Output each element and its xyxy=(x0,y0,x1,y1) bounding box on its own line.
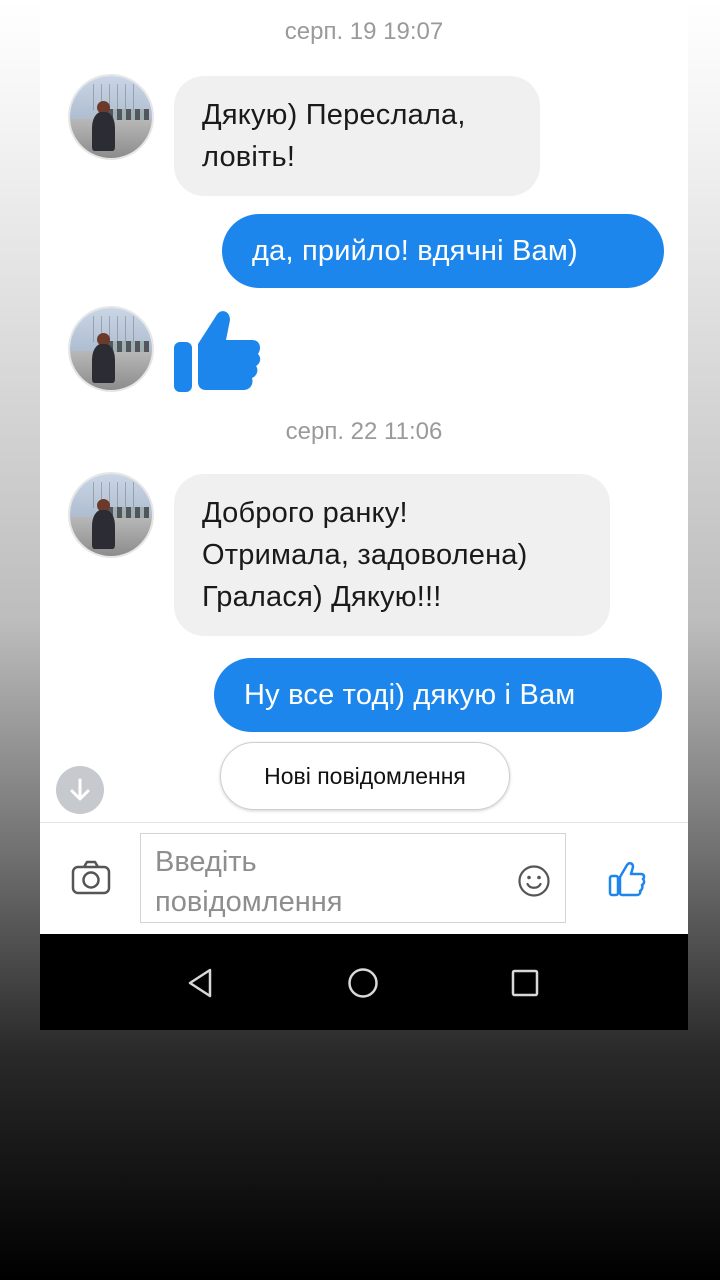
messenger-screen: серп. 19 19:07 Дякую) Переслала, ловіть!… xyxy=(40,0,688,1030)
outgoing-message[interactable]: Ну все тоді) дякую і Вам xyxy=(214,658,662,732)
message-text: Ну все тоді) дякую і Вам xyxy=(244,679,576,711)
outgoing-message[interactable]: да, прийло! вдячні Вам) xyxy=(222,214,664,288)
placeholder-line: повідомлення xyxy=(155,886,343,918)
message-line: Отримала, задоволена) xyxy=(202,539,528,571)
timestamp: серп. 22 11:06 xyxy=(285,418,443,445)
placeholder-line: Введіть xyxy=(155,846,257,878)
message-composer: Введіть повідомлення xyxy=(40,822,688,935)
back-icon[interactable] xyxy=(184,966,218,1000)
emoji-icon[interactable] xyxy=(517,864,551,898)
timestamp: серп. 19 19:07 xyxy=(284,18,444,45)
system-navigation-bar xyxy=(40,934,688,1030)
new-messages-label: Нові повідомлення xyxy=(264,762,466,789)
contact-avatar[interactable] xyxy=(68,74,154,160)
scroll-down-button[interactable] xyxy=(56,766,104,814)
camera-icon[interactable] xyxy=(70,857,112,899)
contact-avatar[interactable] xyxy=(68,472,154,558)
like-thumbs-up-icon[interactable] xyxy=(172,306,262,396)
like-icon[interactable] xyxy=(608,861,646,897)
home-icon[interactable] xyxy=(346,966,380,1000)
contact-avatar[interactable] xyxy=(68,306,154,392)
recents-icon[interactable] xyxy=(508,966,542,1000)
message-input-placeholder: Введіть повідомлення xyxy=(155,842,495,922)
incoming-message[interactable]: Дякую) Переслала, ловіть! xyxy=(174,76,540,196)
message-line: Дякую) Переслала, xyxy=(202,99,466,131)
message-line: Доброго ранку! xyxy=(202,497,408,529)
incoming-message[interactable]: Доброго ранку! Отримала, задоволена) Гра… xyxy=(174,474,610,636)
message-input[interactable]: Введіть повідомлення xyxy=(140,833,566,923)
new-messages-button[interactable]: Нові повідомлення xyxy=(220,742,510,810)
arrow-down-icon xyxy=(70,778,90,801)
message-line: ловіть! xyxy=(202,141,296,173)
message-line: Гралася) Дякую!!! xyxy=(202,581,442,613)
message-text: да, прийло! вдячні Вам) xyxy=(252,235,578,267)
